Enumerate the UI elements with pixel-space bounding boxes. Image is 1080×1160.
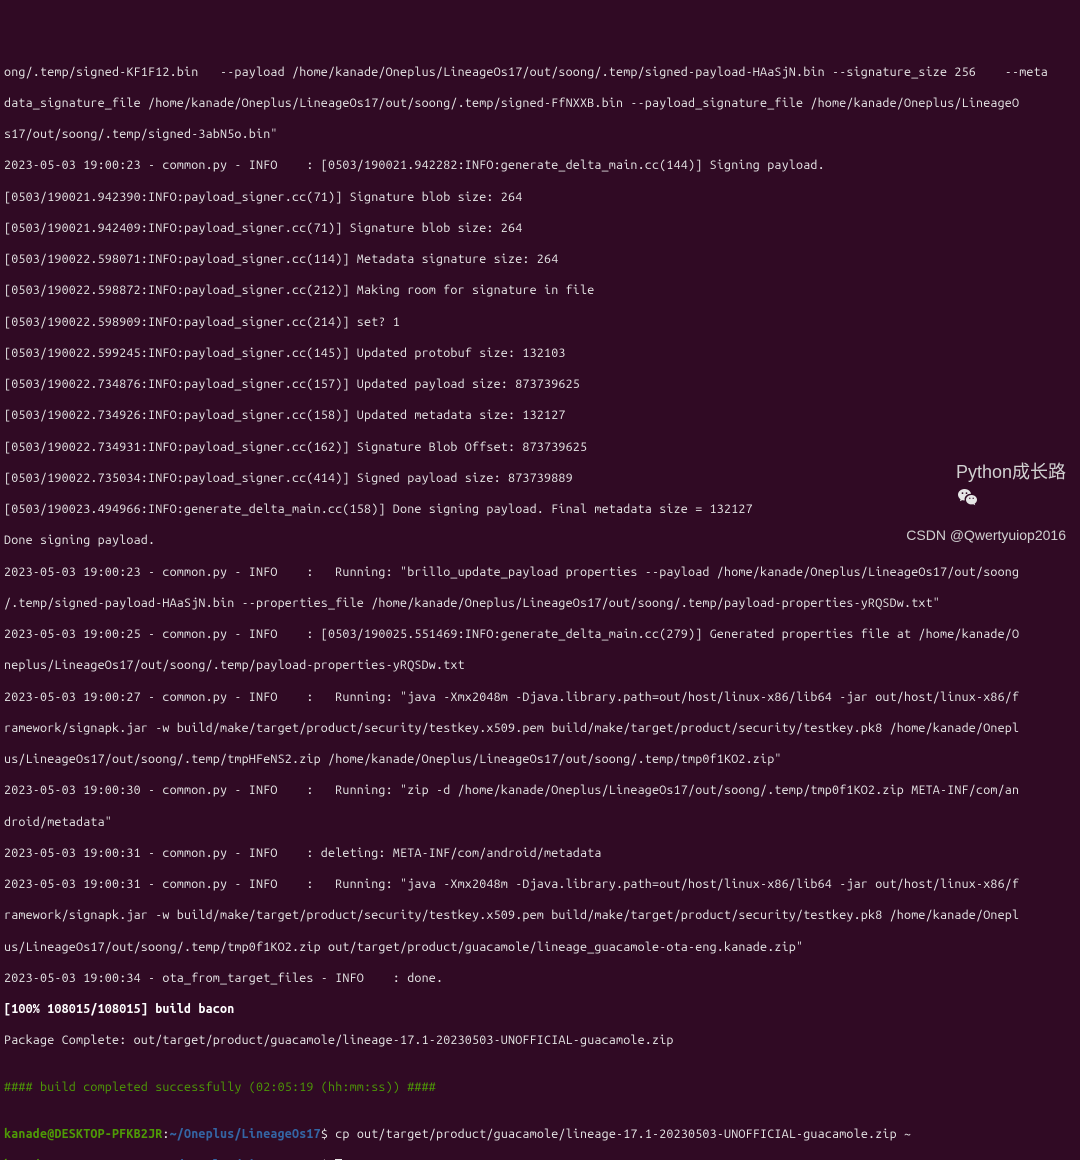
log-line: 2023-05-03 19:00:23 - common.py - INFO :… bbox=[4, 158, 1076, 174]
log-line: 2023-05-03 19:00:31 - common.py - INFO :… bbox=[4, 846, 1076, 862]
cwd: ~/Oneplus/LineageOs17 bbox=[170, 1127, 321, 1141]
log-line: s17/out/soong/.temp/signed-3abN5o.bin" bbox=[4, 127, 1076, 143]
log-line: [0503/190021.942390:INFO:payload_signer.… bbox=[4, 190, 1076, 206]
prompt-line-2: kanade@DESKTOP-PFKB2JR:~/Oneplus/Lineage… bbox=[4, 1158, 1076, 1160]
log-line: 2023-05-03 19:00:34 - ota_from_target_fi… bbox=[4, 971, 1076, 987]
watermark-top-row: Python成长路 bbox=[906, 459, 1066, 485]
watermark-bottom-text: CSDN @Qwertyuiop2016 bbox=[906, 525, 1066, 545]
dollar: $ bbox=[321, 1158, 335, 1160]
log-line: data_signature_file /home/kanade/Oneplus… bbox=[4, 96, 1076, 112]
user-host: kanade@DESKTOP-PFKB2JR bbox=[4, 1127, 162, 1141]
sep: : bbox=[162, 1127, 169, 1141]
log-line: [100% 108015/108015] build bacon bbox=[4, 1002, 1076, 1018]
log-line: [0503/190022.598071:INFO:payload_signer.… bbox=[4, 252, 1076, 268]
terminal-output[interactable]: ong/.temp/signed-KF1F12.bin --payload /h… bbox=[0, 63, 1080, 1160]
log-line: us/LineageOs17/out/soong/.temp/tmp0f1KO2… bbox=[4, 940, 1076, 956]
log-line: ramework/signapk.jar -w build/make/targe… bbox=[4, 721, 1076, 737]
log-line: 2023-05-03 19:00:31 - common.py - INFO :… bbox=[4, 877, 1076, 893]
log-line: #### build completed successfully (02:05… bbox=[4, 1080, 1076, 1096]
log-line: 2023-05-03 19:00:25 - common.py - INFO :… bbox=[4, 627, 1076, 643]
command-text: cp out/target/product/guacamole/lineage-… bbox=[335, 1127, 911, 1141]
log-line: ramework/signapk.jar -w build/make/targe… bbox=[4, 908, 1076, 924]
log-line: droid/metadata" bbox=[4, 815, 1076, 831]
wechat-icon bbox=[926, 460, 950, 484]
log-line: [0503/190022.599245:INFO:payload_signer.… bbox=[4, 346, 1076, 362]
log-line: 2023-05-03 19:00:27 - common.py - INFO :… bbox=[4, 690, 1076, 706]
log-line: Package Complete: out/target/product/gua… bbox=[4, 1033, 1076, 1049]
prompt-line-1: kanade@DESKTOP-PFKB2JR:~/Oneplus/Lineage… bbox=[4, 1127, 1076, 1143]
log-line: [0503/190022.598872:INFO:payload_signer.… bbox=[4, 283, 1076, 299]
cursor-block bbox=[335, 1159, 342, 1160]
log-line: neplus/LineageOs17/out/soong/.temp/paylo… bbox=[4, 658, 1076, 674]
watermark-top-text: Python成长路 bbox=[956, 459, 1066, 485]
log-line: [0503/190022.598909:INFO:payload_signer.… bbox=[4, 315, 1076, 331]
sep: : bbox=[162, 1158, 169, 1160]
log-line: 2023-05-03 19:00:23 - common.py - INFO :… bbox=[4, 565, 1076, 581]
cwd: ~/Oneplus/LineageOs17 bbox=[170, 1158, 321, 1160]
user-host: kanade@DESKTOP-PFKB2JR bbox=[4, 1158, 162, 1160]
log-line: ong/.temp/signed-KF1F12.bin --payload /h… bbox=[4, 65, 1076, 81]
log-line: /.temp/signed-payload-HAaSjN.bin --prope… bbox=[4, 596, 1076, 612]
log-line: [0503/190021.942409:INFO:payload_signer.… bbox=[4, 221, 1076, 237]
log-line: 2023-05-03 19:00:30 - common.py - INFO :… bbox=[4, 783, 1076, 799]
watermark: Python成长路 CSDN @Qwertyuiop2016 bbox=[906, 418, 1066, 566]
log-lines: ong/.temp/signed-KF1F12.bin --payload /h… bbox=[4, 65, 1076, 1128]
dollar: $ bbox=[321, 1127, 335, 1141]
log-line: us/LineageOs17/out/soong/.temp/tmpHFeNS2… bbox=[4, 752, 1076, 768]
log-line: [0503/190022.734876:INFO:payload_signer.… bbox=[4, 377, 1076, 393]
